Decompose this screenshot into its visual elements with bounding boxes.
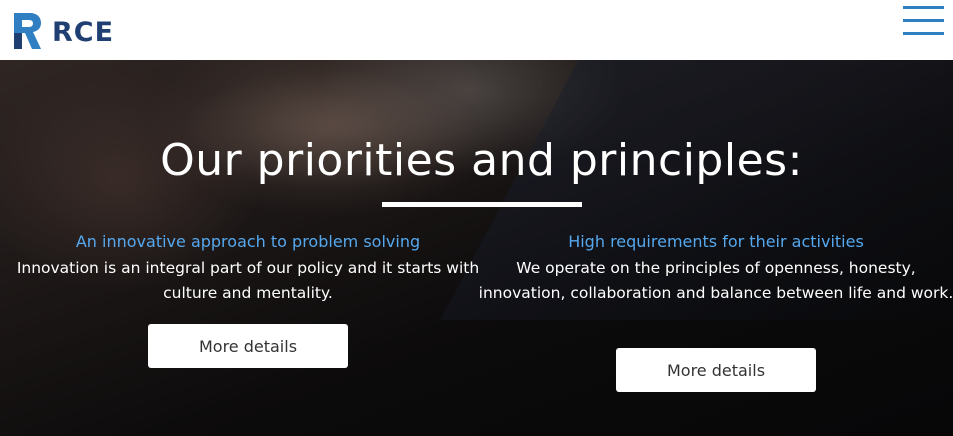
priority-column-requirements: High requirements for their activities W…	[478, 230, 953, 306]
logo-text: RCE	[52, 17, 115, 48]
more-details-button-innovation[interactable]: More details	[148, 324, 348, 368]
rce-logo[interactable]: RCE	[12, 11, 113, 51]
page-title: Our priorities and principles:	[160, 135, 803, 186]
menu-line	[903, 32, 944, 35]
title-underline	[382, 202, 582, 207]
hero-section: Our priorities and principles: An innova…	[0, 60, 953, 436]
column-text: We operate on the principles of openness…	[478, 259, 953, 302]
column-heading: High requirements for their activities	[568, 232, 864, 251]
column-text: Innovation is an integral part of our po…	[16, 259, 480, 302]
site-header: RCE	[0, 0, 953, 60]
hamburger-menu-icon[interactable]	[903, 6, 944, 36]
menu-line	[903, 6, 944, 9]
column-heading: An innovative approach to problem solvin…	[75, 232, 421, 251]
priority-column-innovation: An innovative approach to problem solvin…	[8, 230, 488, 306]
more-details-button-requirements[interactable]: More details	[616, 348, 816, 392]
logo-r-mark-icon	[14, 13, 41, 49]
menu-line	[903, 19, 944, 22]
